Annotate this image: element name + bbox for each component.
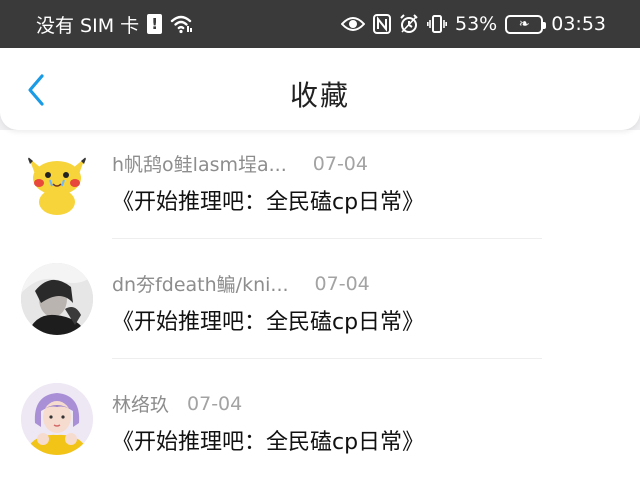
app-header: 收藏	[0, 48, 640, 130]
list-item[interactable]: 林络玖 07-04 《开始推理吧：全民磕cp日常》	[0, 370, 640, 485]
item-title: 《开始推理吧：全民磕cp日常》	[112, 430, 425, 455]
battery-icon: ❧	[505, 14, 547, 34]
leaf-icon: ❧	[518, 16, 530, 32]
page-title: 收藏	[289, 79, 350, 112]
list-item[interactable]: h帆鸹o鲑lasm埕a... 07-04 《开始推理吧：全民磕cp日常》	[0, 130, 640, 250]
item-meta: dn夯fdeath鳊/kni... 07-04	[112, 270, 370, 297]
list-item[interactable]: dn夯fdeath鳊/kni... 07-04 《开始推理吧：全民磕cp日常》	[0, 250, 640, 370]
wifi-icon	[170, 14, 193, 34]
favorites-list: h帆鸹o鲑lasm埕a... 07-04 《开始推理吧：全民磕cp日常》 dn夯…	[0, 130, 640, 485]
item-date: 07-04	[187, 392, 243, 415]
purple-hair-avatar	[21, 383, 93, 455]
divider	[112, 238, 542, 239]
nfc-icon	[373, 14, 391, 34]
carrier-label: 没有 SIM 卡	[36, 14, 140, 37]
alarm-icon	[399, 14, 419, 34]
dark-portrait-avatar	[21, 263, 93, 335]
status-bar-right: 53% ❧ 03:53	[341, 13, 606, 35]
item-date: 07-04	[314, 272, 370, 295]
item-title: 《开始推理吧：全民磕cp日常》	[112, 190, 425, 215]
item-title: 《开始推理吧：全民磕cp日常》	[112, 310, 425, 335]
status-bar-left: 没有 SIM 卡 !	[36, 11, 193, 38]
vibrate-icon	[427, 14, 447, 34]
item-date: 07-04	[312, 152, 368, 175]
pikachu-avatar	[21, 144, 93, 216]
user-name: 林络玖	[112, 394, 170, 416]
status-bar: 没有 SIM 卡 ! 53% ❧ 03:53	[0, 0, 640, 48]
eye-icon	[341, 15, 365, 33]
item-meta: h帆鸹o鲑lasm埕a... 07-04	[112, 150, 368, 177]
divider	[112, 358, 542, 359]
item-meta: 林络玖 07-04	[112, 390, 242, 417]
user-name: h帆鸹o鲑lasm埕a...	[112, 154, 287, 176]
sim-alert-icon: !	[147, 14, 163, 34]
clock-time: 03:53	[551, 13, 606, 35]
user-name: dn夯fdeath鳊/kni...	[112, 274, 289, 296]
battery-percent: 53%	[455, 13, 498, 35]
